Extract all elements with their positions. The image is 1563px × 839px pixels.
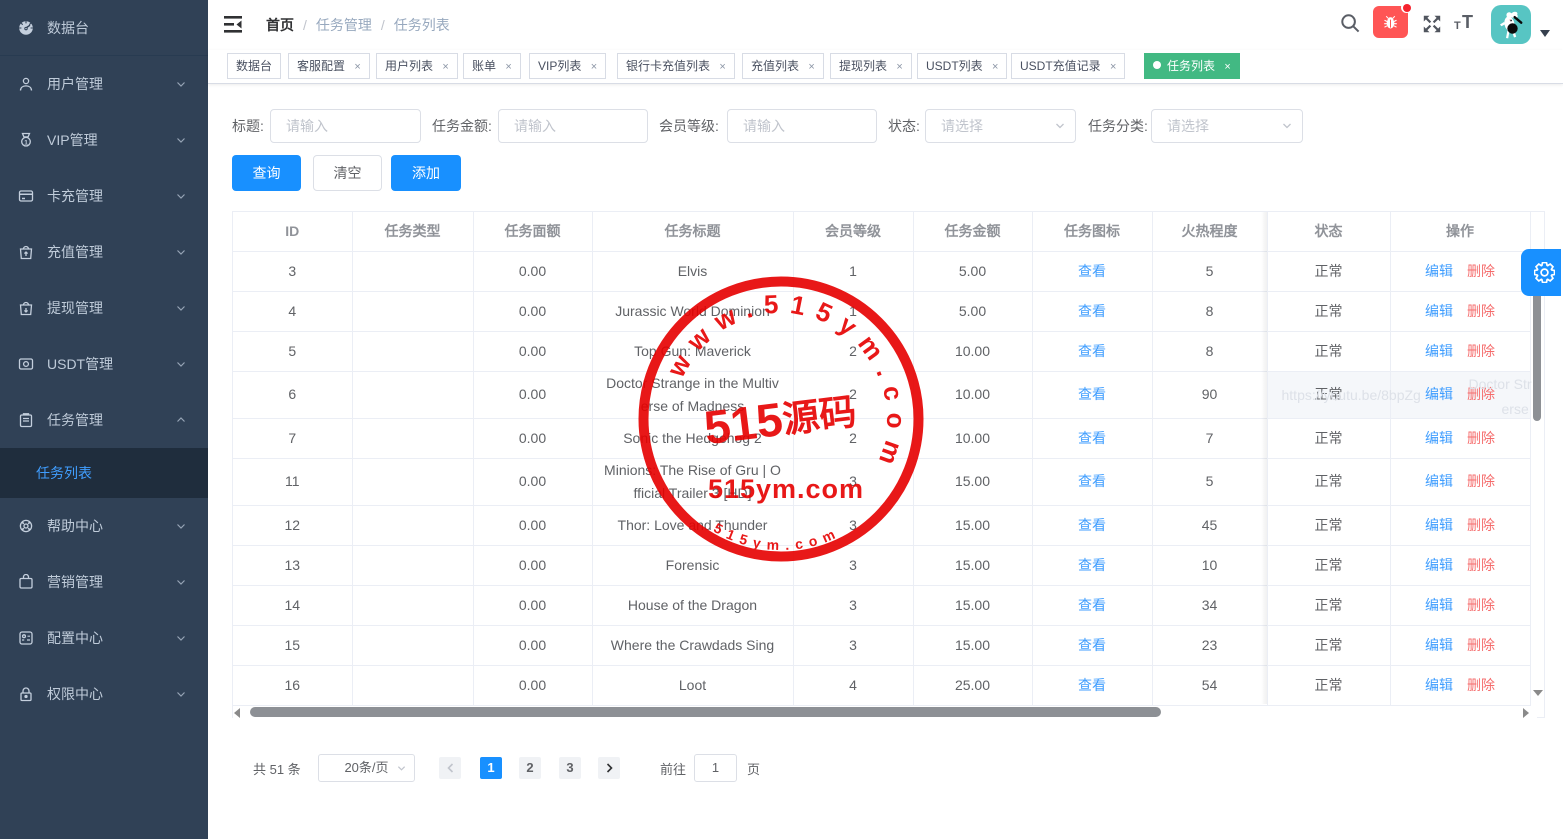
svg-text:515ym.com: 515ym.com (708, 474, 864, 504)
svg-text:1: 1 (24, 139, 28, 146)
svg-text:515源码: 515源码 (701, 383, 859, 454)
